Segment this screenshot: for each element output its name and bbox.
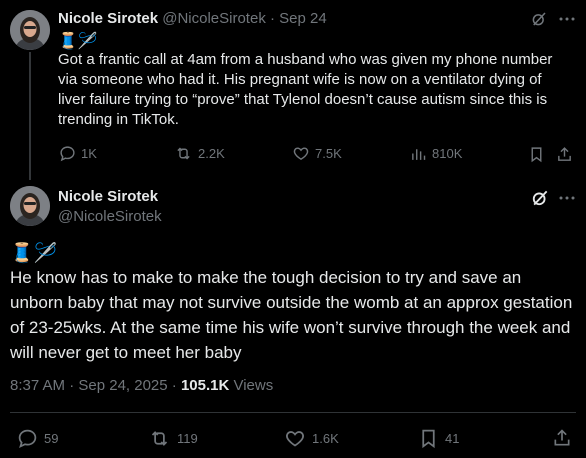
reply-icon (60, 146, 75, 162)
share-button[interactable] (552, 428, 572, 453)
like-button[interactable]: 7.5K (292, 145, 342, 162)
author-handle[interactable]: @NicoleSirotek (162, 10, 266, 27)
like-count: 7.5K (315, 146, 342, 161)
bookmark-button[interactable]: 41 (418, 428, 459, 449)
avatar[interactable] (10, 10, 50, 50)
repost-icon (151, 431, 168, 446)
post-meta: 8:37 AM · Sep 24, 2025 · 105.1K Views (10, 377, 273, 394)
repost-button[interactable]: 2.2K (174, 145, 225, 162)
reply-text: Got a frantic call at 4am from a husband… (58, 51, 557, 128)
like-count: 1.6K (312, 431, 339, 446)
author-name[interactable]: Nicole Sirotek (58, 188, 158, 205)
reply-count: 1K (81, 146, 97, 161)
like-icon (286, 431, 304, 447)
views-button[interactable]: 810K (410, 145, 462, 162)
reply-icon (18, 429, 37, 449)
author-name[interactable]: Nicole Sirotek (58, 10, 158, 27)
avatar[interactable] (10, 186, 50, 226)
views-icon (412, 149, 426, 160)
views-label: Views (229, 377, 274, 394)
grok-icon[interactable] (530, 10, 548, 33)
grok-icon[interactable] (530, 188, 550, 213)
more-icon[interactable] (558, 10, 576, 33)
views-count: 105.1K (180, 377, 230, 394)
main-text: He know has to make to make the tough de… (10, 268, 578, 362)
bookmark-icon (422, 429, 435, 449)
thread-emoji: 🧵🪡 (10, 243, 58, 264)
more-icon[interactable] (558, 189, 576, 212)
separator: · (269, 10, 275, 27)
reply-count: 59 (44, 431, 59, 446)
like-icon (293, 147, 309, 160)
repost-count: 119 (177, 431, 198, 446)
share-icon (558, 147, 571, 161)
repost-icon (177, 147, 190, 160)
like-button[interactable]: 1.6K (284, 428, 339, 449)
reply-button[interactable]: 1K (59, 145, 97, 162)
repost-count: 2.2K (198, 146, 225, 161)
avatar-image (10, 186, 50, 226)
reply-button[interactable]: 59 (17, 428, 58, 449)
share-button[interactable] (556, 146, 573, 168)
thread-line (29, 52, 31, 180)
bookmark-icon (531, 147, 542, 163)
thread-emoji: 🧵🪡 (58, 33, 98, 50)
post-date[interactable]: Sep 24 (279, 10, 327, 27)
reply-header: Nicole Sirotek @NicoleSirotek · Sep 24 (58, 10, 327, 27)
share-icon (554, 429, 570, 446)
divider (10, 412, 576, 413)
bookmark-count: 41 (445, 431, 460, 446)
avatar-image (10, 10, 50, 50)
author-handle[interactable]: @NicoleSirotek (58, 208, 162, 225)
bookmark-button[interactable] (528, 146, 545, 168)
repost-button[interactable]: 119 (148, 428, 198, 449)
post-timestamp[interactable]: 8:37 AM · Sep 24, 2025 · (10, 377, 181, 394)
views-count: 810K (432, 146, 463, 161)
